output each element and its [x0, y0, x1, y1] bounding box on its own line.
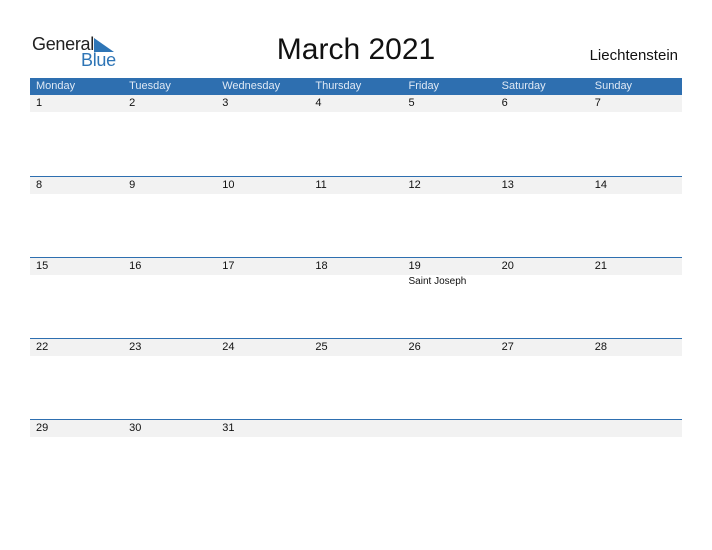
country-label: Liechtenstein: [589, 47, 678, 64]
day-cell[interactable]: 24: [216, 339, 309, 356]
day-number: 18: [315, 260, 328, 272]
day-cell[interactable]: 9: [123, 177, 216, 194]
day-cell: [589, 420, 682, 437]
day-number: 1: [36, 97, 43, 109]
day-cell[interactable]: 12: [403, 177, 496, 194]
weekday-monday: Monday: [36, 80, 76, 92]
day-cell[interactable]: 19 Saint Joseph: [403, 258, 496, 287]
day-number: 10: [222, 179, 235, 191]
day-number: 23: [129, 341, 142, 353]
day-number: 2: [129, 97, 136, 109]
day-cell: [496, 420, 589, 437]
day-cell[interactable]: 30: [123, 420, 216, 437]
day-cell[interactable]: 14: [589, 177, 682, 194]
week-row: 8 9 10 11 12 13 14: [30, 176, 682, 194]
date-band: 1 2 3 4 5 6 7: [30, 95, 682, 112]
day-number: 15: [36, 260, 49, 272]
day-cell[interactable]: 20: [496, 258, 589, 275]
day-cell[interactable]: 17: [216, 258, 309, 275]
day-cell[interactable]: 10: [216, 177, 309, 194]
day-number: 27: [501, 341, 514, 353]
weekday-saturday: Saturday: [501, 80, 546, 92]
day-cell: [403, 420, 496, 437]
day-number: 22: [36, 341, 49, 353]
weekday-friday: Friday: [408, 80, 440, 92]
day-cell[interactable]: 21: [589, 258, 682, 275]
day-cell[interactable]: 25: [309, 339, 402, 356]
day-cell: [309, 420, 402, 437]
day-number: 3: [222, 97, 229, 109]
weekday-tuesday: Tuesday: [129, 80, 171, 92]
day-number: 26: [408, 341, 421, 353]
day-cell[interactable]: 26: [403, 339, 496, 356]
day-cell[interactable]: 7: [589, 95, 682, 112]
date-band: 29 30 31: [30, 420, 682, 437]
day-number: 31: [222, 422, 235, 434]
day-number: 30: [129, 422, 142, 434]
day-number: 21: [594, 260, 607, 272]
day-cell[interactable]: 11: [309, 177, 402, 194]
day-cell[interactable]: 18: [309, 258, 402, 275]
day-cell[interactable]: 31: [216, 420, 309, 437]
day-cell[interactable]: 1: [30, 95, 123, 112]
day-cell[interactable]: 16: [123, 258, 216, 275]
day-number: 5: [408, 97, 415, 109]
week-row: 29 30 31: [30, 419, 682, 437]
weekday-thursday: Thursday: [315, 80, 362, 92]
week-row: 1 2 3 4 5 6 7: [30, 95, 682, 112]
day-cell[interactable]: 6: [496, 95, 589, 112]
day-number: 6: [501, 97, 508, 109]
day-number: 20: [501, 260, 514, 272]
day-number: 25: [315, 341, 328, 353]
day-number: 14: [594, 179, 607, 191]
date-band: 22 23 24 25 26 27 28: [30, 339, 682, 356]
weekday-sunday: Sunday: [594, 80, 633, 92]
day-cell[interactable]: 27: [496, 339, 589, 356]
day-number: 8: [36, 179, 43, 191]
weekday-wednesday: Wednesday: [222, 80, 281, 92]
day-cell[interactable]: 8: [30, 177, 123, 194]
day-cell[interactable]: 22: [30, 339, 123, 356]
day-number: 7: [594, 97, 601, 109]
day-cell[interactable]: 23: [123, 339, 216, 356]
day-number: 11: [315, 179, 327, 191]
day-number: 24: [222, 341, 235, 353]
day-cell[interactable]: 15: [30, 258, 123, 275]
day-cell[interactable]: 13: [496, 177, 589, 194]
holiday-label: Saint Joseph: [408, 276, 467, 287]
date-band: 15 16 17 18 19 Saint Joseph 20 21: [30, 258, 682, 287]
day-number: 4: [315, 97, 322, 109]
day-number: 17: [222, 260, 235, 272]
date-band: 8 9 10 11 12 13 14: [30, 177, 682, 194]
week-row: 22 23 24 25 26 27 28: [30, 338, 682, 356]
day-number: 16: [129, 260, 142, 272]
day-number: 12: [408, 179, 421, 191]
day-cell[interactable]: 28: [589, 339, 682, 356]
day-number: 9: [129, 179, 136, 191]
day-cell[interactable]: 3: [216, 95, 309, 112]
day-number: 19: [408, 260, 421, 272]
day-number: 28: [594, 341, 607, 353]
day-cell[interactable]: 5: [403, 95, 496, 112]
weekday-header: Monday Tuesday Wednesday Thursday Friday…: [30, 78, 682, 95]
day-number: 29: [36, 422, 49, 434]
day-number: 13: [501, 179, 514, 191]
day-cell[interactable]: 2: [123, 95, 216, 112]
week-row: 15 16 17 18 19 Saint Joseph 20 21: [30, 257, 682, 287]
day-cell[interactable]: 4: [309, 95, 402, 112]
day-cell[interactable]: 29: [30, 420, 123, 437]
